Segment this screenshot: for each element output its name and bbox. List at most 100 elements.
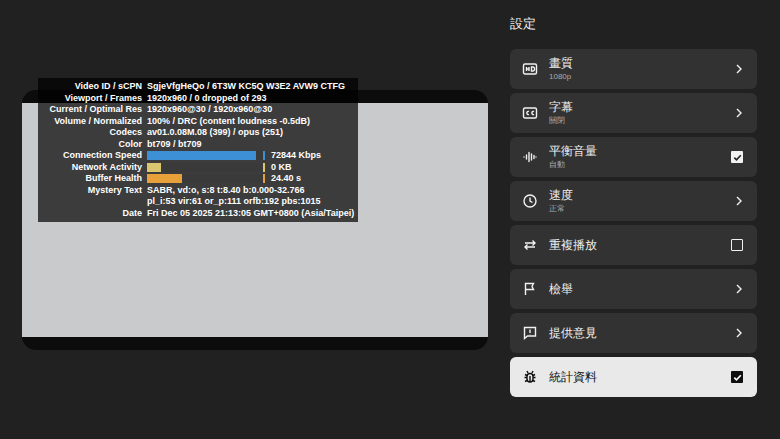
captions-icon <box>522 105 538 121</box>
speed-clock-icon <box>522 193 538 209</box>
stats-row: Volume / Normalized 100% / DRC (content l… <box>42 116 354 128</box>
stats-values: 100% / DRC (content loudness -0.5dB) <box>147 116 310 128</box>
toggle-control <box>731 151 743 163</box>
settings-item-value: 關閉 <box>549 115 735 126</box>
settings-title: 設定 <box>510 15 757 41</box>
stats-row: Current / Optimal Res 1920x960@30 / 1920x… <box>42 104 354 116</box>
stats-value: 24.40 s <box>271 173 301 185</box>
settings-item[interactable]: 字幕關閉 <box>510 93 757 133</box>
stats-value: pl_i:53 vir:61 or_p:111 orfb:192 pbs:101… <box>147 196 321 208</box>
bug-icon <box>522 369 538 385</box>
chevron-right-icon <box>735 196 743 206</box>
graph-fill <box>147 174 182 183</box>
settings-item-label: 統計資料 <box>549 370 731 385</box>
graph-track <box>147 151 265 160</box>
settings-item-label: 檢舉 <box>549 282 735 297</box>
stats-label: Codecs <box>42 127 142 139</box>
settings-item-text: 檢舉 <box>549 282 735 297</box>
stats-value: 72844 Kbps <box>271 150 321 162</box>
stats-row: Connection Speed 72844 Kbps <box>42 150 354 162</box>
repeat-icon <box>522 237 538 253</box>
stats-values: 72844 Kbps <box>147 150 321 162</box>
quality-icon <box>522 61 538 77</box>
stats-row: Buffer Health 24.40 s <box>42 173 354 185</box>
graph-color-mark <box>263 163 265 172</box>
stats-label: Viewport / Frames <box>42 93 142 105</box>
stats-row: Network Activity 0 KB <box>42 162 354 174</box>
stats-value: SABR, vd:o, s:8 t:8.40 b:0.000-32.766 <box>147 185 321 197</box>
stats-values: Fri Dec 05 2025 21:13:05 GMT+0800 (Asia/… <box>147 208 354 220</box>
stats-value: SgjeVfgHeQo / 6T3W KC5Q W3E2 AVW9 CTFG <box>147 81 345 93</box>
stats-label: Network Activity <box>42 162 142 174</box>
checkbox[interactable] <box>731 151 743 163</box>
stats-row: Color bt709 / bt709 <box>42 139 354 151</box>
settings-item-text: 平衡音量自動 <box>549 144 731 170</box>
stats-values: bt709 / bt709 <box>147 139 202 151</box>
stats-value: 1920x960 / 0 dropped of 293 <box>147 93 267 105</box>
settings-item[interactable]: 提供意見 <box>510 313 757 353</box>
stats-graph-row: 0 KB <box>147 162 292 174</box>
graph-color-mark <box>263 174 265 183</box>
settings-item[interactable]: 速度正常 <box>510 181 757 221</box>
graph-fill <box>147 163 161 172</box>
stats-label: Current / Optimal Res <box>42 104 142 116</box>
checkbox[interactable] <box>731 239 743 251</box>
settings-item-label: 畫質 <box>549 56 735 71</box>
stats-overlay: Video ID / sCPN SgjeVfgHeQo / 6T3W KC5Q W… <box>38 78 358 222</box>
stats-values: SABR, vd:o, s:8 t:8.40 b:0.000-32.766pl_… <box>147 185 321 208</box>
settings-item-value: 正常 <box>549 203 735 214</box>
settings-item-text: 畫質1080p <box>549 56 735 82</box>
settings-item-value: 1080p <box>549 71 735 82</box>
stats-values: 1920x960 / 0 dropped of 293 <box>147 93 267 105</box>
chevron-right-icon <box>735 328 743 338</box>
stats-value: Fri Dec 05 2025 21:13:05 GMT+0800 (Asia/… <box>147 208 354 220</box>
graph-track <box>147 163 265 172</box>
settings-item-text: 速度正常 <box>549 188 735 214</box>
flag-icon <box>522 281 538 297</box>
settings-item-label: 重複播放 <box>549 238 731 253</box>
settings-item-label: 平衡音量 <box>549 144 731 159</box>
settings-item-label: 字幕 <box>549 100 735 115</box>
settings-item[interactable]: 檢舉 <box>510 269 757 309</box>
chevron-right-icon <box>735 108 743 118</box>
stats-values: 1920x960@30 / 1920x960@30 <box>147 104 272 116</box>
stats-values: 0 KB <box>147 162 292 174</box>
stats-values: SgjeVfgHeQo / 6T3W KC5Q W3E2 AVW9 CTFG <box>147 81 345 93</box>
settings-item-label: 提供意見 <box>549 326 735 341</box>
stats-value: 100% / DRC (content loudness -0.5dB) <box>147 116 310 128</box>
stats-label: Connection Speed <box>42 150 142 162</box>
stats-label: Mystery Text <box>42 185 142 197</box>
stats-row: Mystery Text SABR, vd:o, s:8 t:8.40 b:0.0… <box>42 185 354 208</box>
settings-item-label: 速度 <box>549 188 735 203</box>
stats-label: Buffer Health <box>42 173 142 185</box>
stats-value: 0 KB <box>271 162 292 174</box>
settings-item[interactable]: 重複播放 <box>510 225 757 265</box>
stats-graph-row: 72844 Kbps <box>147 150 321 162</box>
graph-track <box>147 174 265 183</box>
stats-row: Codecs av01.0.08M.08 (399) / opus (251) <box>42 127 354 139</box>
settings-item[interactable]: 平衡音量自動 <box>510 137 757 177</box>
settings-item-text: 重複播放 <box>549 238 731 253</box>
toggle-control <box>731 239 743 251</box>
stats-label: Date <box>42 208 142 220</box>
settings-item[interactable]: 統計資料 <box>510 357 757 397</box>
stats-row: Date Fri Dec 05 2025 21:13:05 GMT+0800 (A… <box>42 208 354 220</box>
stats-row: Viewport / Frames 1920x960 / 0 dropped of… <box>42 93 354 105</box>
checkbox[interactable] <box>731 371 743 383</box>
stats-values: 24.40 s <box>147 173 301 185</box>
stats-label: Color <box>42 139 142 151</box>
stats-value: 1920x960@30 / 1920x960@30 <box>147 104 272 116</box>
stats-label: Video ID / sCPN <box>42 81 142 93</box>
graph-color-mark <box>263 151 265 160</box>
settings-item-text: 提供意見 <box>549 326 735 341</box>
feedback-icon <box>522 325 538 341</box>
volume-wave-icon <box>522 149 538 165</box>
stats-value: av01.0.08M.08 (399) / opus (251) <box>147 127 283 139</box>
stats-label: Volume / Normalized <box>42 116 142 128</box>
chevron-right-icon <box>735 284 743 294</box>
toggle-control <box>731 371 743 383</box>
settings-item-text: 字幕關閉 <box>549 100 735 126</box>
chevron-right-icon <box>735 64 743 74</box>
settings-item-text: 統計資料 <box>549 370 731 385</box>
settings-item[interactable]: 畫質1080p <box>510 49 757 89</box>
